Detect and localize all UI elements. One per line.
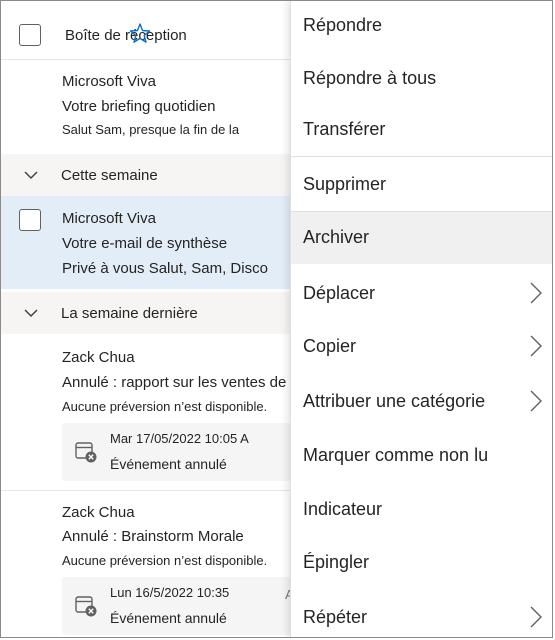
message-subject: Annulé : Brainstorm Morale [62, 528, 244, 545]
chevron-right-icon [530, 282, 542, 304]
menu-item-flag[interactable]: Indicateur [291, 484, 552, 536]
menu-item-label: Épingler [303, 552, 370, 572]
menu-item-archive[interactable]: Archiver [291, 212, 552, 264]
message-preview: Privé à vous Salut, Sam, Disco [62, 260, 268, 277]
menu-item-label: Indicateur [303, 499, 383, 519]
message-sender: Zack Chua [62, 504, 135, 521]
menu-item-pin[interactable]: Épingler [291, 537, 552, 589]
message-preview: Aucune préversion n’est disponible. [62, 553, 268, 568]
event-status: Événement annulé [110, 610, 227, 626]
message-checkbox[interactable] [19, 209, 41, 231]
calendar-cancel-icon [75, 596, 97, 617]
message-sender: Zack Chua [62, 349, 135, 366]
menu-item-copy[interactable]: Copier [291, 321, 552, 373]
menu-item-label: Répondre [303, 15, 383, 35]
chevron-down-icon[interactable] [23, 169, 39, 181]
menu-separator [291, 156, 552, 157]
message-sender: Microsoft Viva [62, 73, 156, 90]
chevron-down-icon[interactable] [23, 307, 39, 319]
event-card[interactable]: Mar 17/05/2022 10:05 A Événement annulé [62, 423, 291, 481]
message-sender: Microsoft Viva [62, 210, 156, 227]
event-card[interactable]: Lun 16/5/2022 10:35 Événement annulé [62, 577, 291, 635]
menu-item-reply-all[interactable]: Répondre à tous [291, 53, 552, 105]
mail-window: Boîte de réception Microsoft Viva Votre … [0, 0, 553, 638]
chevron-right-icon [530, 606, 542, 628]
menu-item-label: Transférer [303, 119, 386, 139]
menu-item-delete[interactable]: Supprimer [291, 159, 552, 211]
message-preview: Salut Sam, presque la fin de la [62, 122, 240, 137]
message-subject: Votre e-mail de synthèse [62, 235, 228, 252]
menu-item-label: Supprimer [303, 174, 387, 194]
select-all-checkbox[interactable] [19, 24, 41, 46]
event-date: Mar 17/05/2022 10:05 A [110, 431, 249, 446]
message-subject: Votre briefing quotidien [62, 98, 216, 115]
context-menu: Répondre Répondre à tous Transférer Supp… [290, 1, 552, 637]
menu-item-forward[interactable]: Transférer [291, 104, 552, 156]
menu-item-categorize[interactable]: Attribuer une catégorie [291, 376, 552, 428]
chevron-right-icon [530, 390, 542, 412]
folder-title: Boîte de réception [65, 27, 187, 44]
menu-item-label: Déplacer [303, 283, 376, 303]
favorite-star-icon[interactable] [127, 21, 153, 47]
menu-item-reply[interactable]: Répondre [291, 1, 552, 53]
menu-item-label: Répéter [303, 607, 368, 627]
event-date: Lun 16/5/2022 10:35 [110, 585, 230, 600]
chevron-right-icon [530, 335, 542, 357]
menu-item-mark-unread[interactable]: Marquer comme non lu [291, 430, 552, 482]
menu-item-label: Marquer comme non lu [303, 445, 489, 465]
message-preview: Aucune préversion n’est disponible. [62, 399, 268, 414]
menu-item-move[interactable]: Déplacer [291, 268, 552, 320]
group-label: Cette semaine [61, 167, 158, 184]
menu-item-snooze[interactable]: Répéter [291, 592, 552, 637]
group-label: La semaine dernière [61, 305, 198, 322]
menu-item-label: Attribuer une catégorie [303, 391, 486, 411]
menu-item-label: Copier [303, 336, 357, 356]
calendar-cancel-icon [75, 442, 97, 463]
menu-item-label: Archiver [303, 227, 370, 247]
event-status: Événement annulé [110, 456, 227, 472]
menu-item-label: Répondre à tous [303, 68, 437, 88]
